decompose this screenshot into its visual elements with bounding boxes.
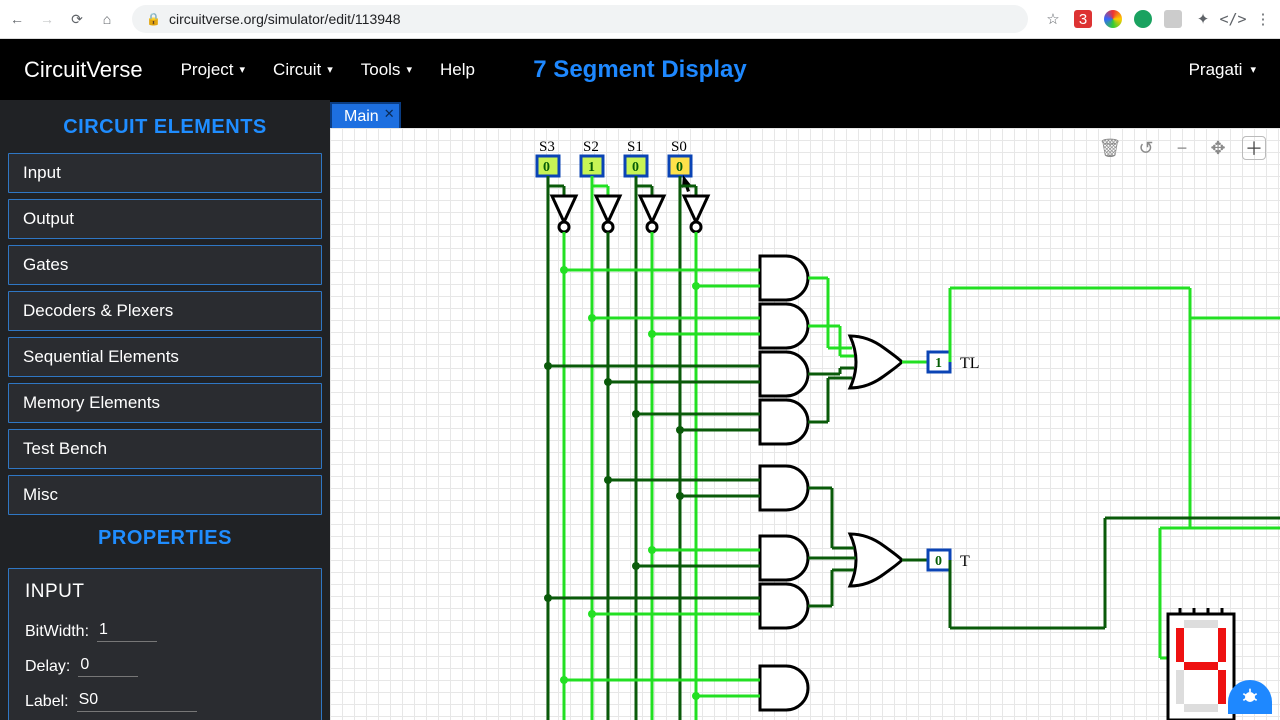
zoom-out-icon[interactable]: − (1170, 136, 1194, 160)
and-gate-t-2[interactable] (760, 536, 808, 580)
not-gate-s2[interactable] (592, 186, 620, 232)
svg-text:T: T (960, 553, 970, 570)
kebab-menu-icon[interactable]: ⋮ (1254, 10, 1272, 28)
svg-text:0: 0 (935, 554, 942, 569)
output-tl[interactable]: 1 TL (928, 352, 980, 372)
project-title[interactable]: 7 Segment Display (533, 56, 746, 84)
extension-gray-icon[interactable] (1164, 10, 1182, 28)
extension-color-icon[interactable] (1104, 10, 1122, 28)
extensions-icon[interactable]: ✦ (1194, 10, 1212, 28)
and-gate-extra-1[interactable] (760, 666, 808, 710)
recenter-icon[interactable]: ✥ (1206, 136, 1230, 160)
or-gate-tl[interactable] (850, 336, 902, 388)
and-gate-tl-3[interactable] (760, 352, 808, 396)
url-text: circuitverse.org/simulator/edit/113948 (169, 11, 401, 27)
brand[interactable]: CircuitVerse (24, 57, 143, 83)
svg-text:1: 1 (935, 356, 942, 371)
menu-project[interactable]: Project (181, 60, 245, 80)
cat-output[interactable]: Output (8, 199, 322, 239)
input-s2[interactable]: S2 1 (581, 139, 603, 176)
canvas-toolbar: 🗑 ↺ − ✥ ＋ (1098, 136, 1266, 160)
home-icon[interactable]: ⌂ (98, 11, 116, 27)
not-gate-s1[interactable] (636, 186, 664, 232)
forward-icon[interactable]: → (38, 11, 56, 27)
cat-testbench[interactable]: Test Bench (8, 429, 322, 469)
svg-text:S3: S3 (539, 139, 555, 155)
tab-main[interactable]: Main✕ (330, 102, 401, 128)
zoom-in-icon[interactable]: ＋ (1242, 136, 1266, 160)
cat-memory[interactable]: Memory Elements (8, 383, 322, 423)
elements-heading: CIRCUIT ELEMENTS (8, 110, 322, 147)
menu-help[interactable]: Help (440, 60, 475, 80)
properties-subheading: INPUT (25, 581, 305, 603)
cat-gates[interactable]: Gates (8, 245, 322, 285)
sidebar: CIRCUIT ELEMENTS Input Output Gates Deco… (0, 100, 330, 720)
label-value[interactable]: S0 (77, 691, 197, 712)
cursor-icon (682, 175, 691, 192)
user-menu[interactable]: Pragati▾ (1189, 60, 1256, 80)
cat-input[interactable]: Input (8, 153, 322, 193)
svg-text:S0: S0 (671, 139, 687, 155)
and-gate-tl-2[interactable] (760, 304, 808, 348)
close-icon[interactable]: ✕ (384, 106, 395, 122)
delete-icon[interactable]: 🗑 (1098, 136, 1122, 160)
not-gate-s0[interactable] (680, 186, 708, 232)
reload-icon[interactable]: ⟳ (68, 11, 86, 28)
address-bar[interactable]: 🔒 circuitverse.org/simulator/edit/113948 (132, 5, 1028, 33)
cat-sequential[interactable]: Sequential Elements (8, 337, 322, 377)
input-s0[interactable]: S0 0 (669, 139, 691, 176)
cat-misc[interactable]: Misc (8, 475, 322, 515)
lock-icon: 🔒 (146, 12, 161, 26)
seven-segment-display[interactable] (1168, 608, 1234, 720)
extension-evernote-icon[interactable] (1134, 10, 1152, 28)
svg-text:S2: S2 (583, 139, 599, 155)
and-gate-tl-4[interactable] (760, 400, 808, 444)
undo-icon[interactable]: ↺ (1134, 136, 1158, 160)
svg-text:TL: TL (960, 355, 980, 372)
input-s3[interactable]: S3 0 (537, 139, 559, 176)
label-label: Label: (25, 693, 69, 711)
svg-text:0: 0 (676, 160, 683, 175)
svg-text:S1: S1 (627, 139, 643, 155)
properties-panel: INPUT BitWidth: 1 Delay: 0 Label: S0 Lab… (8, 568, 322, 720)
not-gate-s3[interactable] (548, 186, 576, 232)
back-icon[interactable]: ← (8, 11, 26, 27)
and-gate-t-1[interactable] (760, 466, 808, 510)
cat-decoders[interactable]: Decoders & Plexers (8, 291, 322, 331)
delay-value[interactable]: 0 (78, 656, 138, 677)
browser-chrome: ← → ⟳ ⌂ 🔒 circuitverse.org/simulator/edi… (0, 0, 1280, 39)
or-gate-t[interactable] (850, 534, 902, 586)
and-gate-t-3[interactable] (760, 584, 808, 628)
svg-text:1: 1 (588, 160, 595, 175)
svg-text:0: 0 (543, 160, 550, 175)
delay-label: Delay: (25, 658, 70, 676)
menu-tools[interactable]: Tools (361, 60, 412, 80)
bug-icon (1240, 687, 1260, 707)
properties-heading: PROPERTIES (8, 521, 322, 558)
svg-text:0: 0 (632, 160, 639, 175)
devtools-icon[interactable]: </> (1224, 10, 1242, 28)
app-bar: CircuitVerse Project Circuit Tools Help … (0, 39, 1280, 100)
input-s1[interactable]: S1 0 (625, 139, 647, 176)
canvas[interactable]: 🗑 ↺ − ✥ ＋ S3 0 S2 1 (330, 128, 1280, 720)
menu-circuit[interactable]: Circuit (273, 60, 333, 80)
tab-bar: Main✕ (330, 100, 1280, 128)
circuit-svg[interactable]: S3 0 S2 1 S1 0 S0 0 (330, 128, 1280, 720)
and-gate-tl-1[interactable] (760, 256, 808, 300)
canvas-area: Main✕ 🗑 ↺ − ✥ ＋ S3 0 S2 (330, 100, 1280, 720)
extension-red-icon[interactable]: 3 (1074, 10, 1092, 28)
bitwidth-value[interactable]: 1 (97, 621, 157, 642)
star-icon[interactable]: ☆ (1044, 10, 1062, 28)
bitwidth-label: BitWidth: (25, 623, 89, 641)
